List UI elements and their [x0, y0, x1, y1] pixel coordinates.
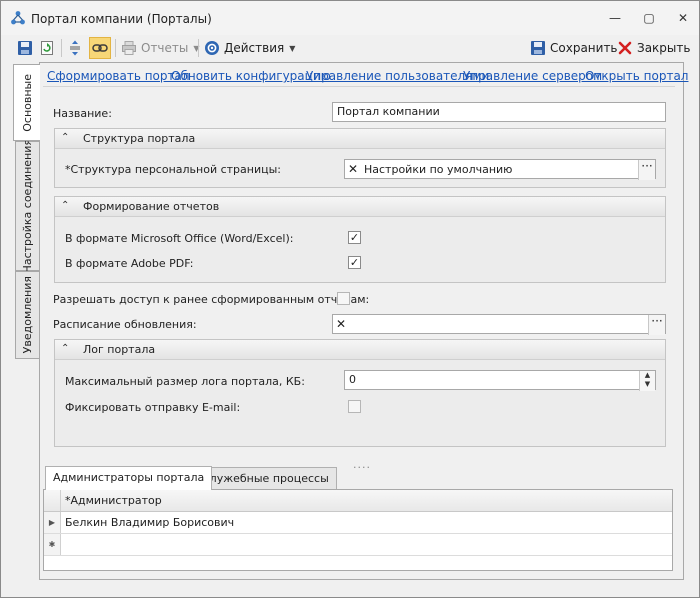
personal-page-lookup[interactable]: ✕ Настройки по умолчанию ··· [344, 159, 656, 180]
minimize-button[interactable]: — [604, 9, 626, 27]
office-format-label: В формате Microsoft Office (Word/Excel): [65, 232, 294, 245]
tab-connection-settings[interactable]: Настройка соединения [15, 138, 39, 274]
generate-portal-link[interactable]: Сформировать портал [47, 69, 190, 83]
admins-grid: *Администратор ▶ Белкин Владимир Борисов… [43, 489, 673, 571]
refresh-toolbar-button[interactable] [39, 37, 55, 59]
tab-main-label: Основные [20, 73, 34, 132]
links-bar: Сформировать портал Обновить конфигураци… [43, 65, 688, 87]
report-generation-header[interactable]: ⌃ Формирование отчетов [55, 197, 665, 217]
maximize-button[interactable]: ▢ [638, 9, 660, 27]
portal-log-group: ⌃ Лог портала Максимальный размер лога п… [54, 339, 666, 447]
ellipsis-button[interactable]: ··· [648, 315, 665, 335]
link-toolbar-button[interactable] [89, 37, 111, 59]
pdf-format-checkbox[interactable]: ✓ [348, 256, 361, 269]
schedule-lookup[interactable]: ✕ ··· [332, 314, 666, 335]
toolbar-separator [115, 39, 116, 57]
allow-access-label: Разрешать доступ к ранее сформированным … [53, 293, 370, 306]
pdf-format-label: В формате Adobe PDF: [65, 257, 194, 270]
floppy-disk-icon [18, 41, 32, 55]
report-generation-group: ⌃ Формирование отчетов В формате Microso… [54, 196, 666, 283]
portal-log-title: Лог портала [83, 343, 156, 356]
table-row[interactable]: ▶ Белкин Владимир Борисович [44, 512, 672, 534]
portal-structure-group: ⌃ Структура портала *Структура персональ… [54, 128, 666, 188]
schedule-label: Расписание обновления: [53, 318, 197, 331]
expand-toolbar-button[interactable] [67, 37, 83, 59]
portal-log-header[interactable]: ⌃ Лог портала [55, 340, 665, 360]
open-portal-link[interactable]: Открыть портал [585, 69, 688, 83]
max-log-size-input[interactable]: 0 ▲ ▼ [344, 370, 656, 391]
save-button[interactable]: Сохранить [530, 37, 618, 59]
spin-stepper[interactable]: ▲ ▼ [639, 371, 655, 391]
portal-structure-title: Структура портала [83, 132, 196, 145]
new-row-icon: ✱ [44, 534, 61, 555]
tab-notifications[interactable]: Уведомления [15, 271, 39, 359]
expand-vertical-icon [70, 40, 80, 56]
close-button[interactable]: Закрыть [617, 37, 690, 59]
close-label: Закрыть [637, 41, 691, 55]
email-tracking-checkbox[interactable] [348, 400, 361, 413]
row-arrow-icon: ▶ [44, 512, 61, 533]
close-window-button[interactable]: ✕ [672, 9, 694, 27]
window-title: Портал компании (Порталы) [31, 12, 212, 26]
actions-dropdown-button[interactable]: Действия ▼ [204, 37, 295, 59]
portal-app-icon [11, 11, 25, 25]
name-input[interactable]: Портал компании [332, 102, 666, 122]
tab-connection-settings-label: Настройка соединения [21, 138, 34, 274]
office-format-checkbox[interactable]: ✓ [348, 231, 361, 244]
name-label: Название: [53, 107, 112, 120]
reports-label: Отчеты [141, 41, 189, 55]
clear-icon[interactable]: ✕ [333, 315, 349, 335]
refresh-document-icon [41, 41, 53, 55]
admin-name-cell[interactable]: Белкин Владимир Борисович [65, 516, 234, 529]
report-generation-title: Формирование отчетов [83, 200, 220, 213]
ellipsis-button[interactable]: ··· [638, 160, 655, 180]
floppy-disk-icon [531, 41, 545, 55]
actions-gear-icon [205, 41, 219, 55]
new-row[interactable]: ✱ [44, 534, 672, 556]
clear-icon[interactable]: ✕ [345, 160, 361, 180]
save-toolbar-button[interactable] [17, 37, 33, 59]
chevron-down-icon: ▼ [289, 43, 296, 53]
manage-users-link[interactable]: Управление пользователями [306, 69, 489, 83]
chain-link-icon [92, 44, 108, 52]
window: Портал компании (Порталы) — ▢ ✕ Отчеты ▼… [0, 0, 700, 598]
printer-icon [122, 41, 136, 55]
toolbar: Отчеты ▼ Действия ▼ Сохранить Закрыть [11, 35, 691, 61]
email-tracking-label: Фиксировать отправку E-mail: [65, 401, 241, 414]
actions-label: Действия [224, 41, 285, 55]
column-header-admin[interactable]: *Администратор [65, 494, 162, 507]
tab-portal-admins[interactable]: Администраторы портала [45, 466, 213, 490]
personal-page-value: Настройки по умолчанию [364, 163, 513, 176]
personal-page-label: *Структура персональной страницы: [65, 163, 281, 176]
toolbar-separator [198, 39, 199, 57]
row-indicator-header [44, 490, 61, 511]
splitter-handle[interactable]: .... [353, 458, 371, 471]
reports-dropdown-button[interactable]: Отчеты ▼ [121, 37, 200, 59]
manage-server-link[interactable]: Управление сервером [463, 69, 602, 83]
portal-structure-header[interactable]: ⌃ Структура портала [55, 129, 665, 149]
toolbar-separator [61, 39, 62, 57]
save-label: Сохранить [550, 41, 618, 55]
max-log-size-label: Максимальный размер лога портала, КБ: [65, 375, 305, 388]
tab-notifications-label: Уведомления [21, 276, 34, 354]
red-close-icon [618, 41, 632, 55]
tab-service-processes[interactable]: Служебные процессы [194, 467, 337, 489]
max-log-size-value: 0 [349, 373, 356, 386]
collapse-chevron-icon[interactable]: ⌃ [61, 200, 69, 211]
grid-header: *Администратор [44, 490, 672, 512]
collapse-chevron-icon[interactable]: ⌃ [61, 343, 69, 354]
collapse-chevron-icon[interactable]: ⌃ [61, 132, 69, 143]
tab-main[interactable]: Основные [13, 64, 40, 141]
allow-access-checkbox[interactable] [337, 292, 350, 305]
title-bar: Портал компании (Порталы) — ▢ ✕ [1, 1, 699, 35]
